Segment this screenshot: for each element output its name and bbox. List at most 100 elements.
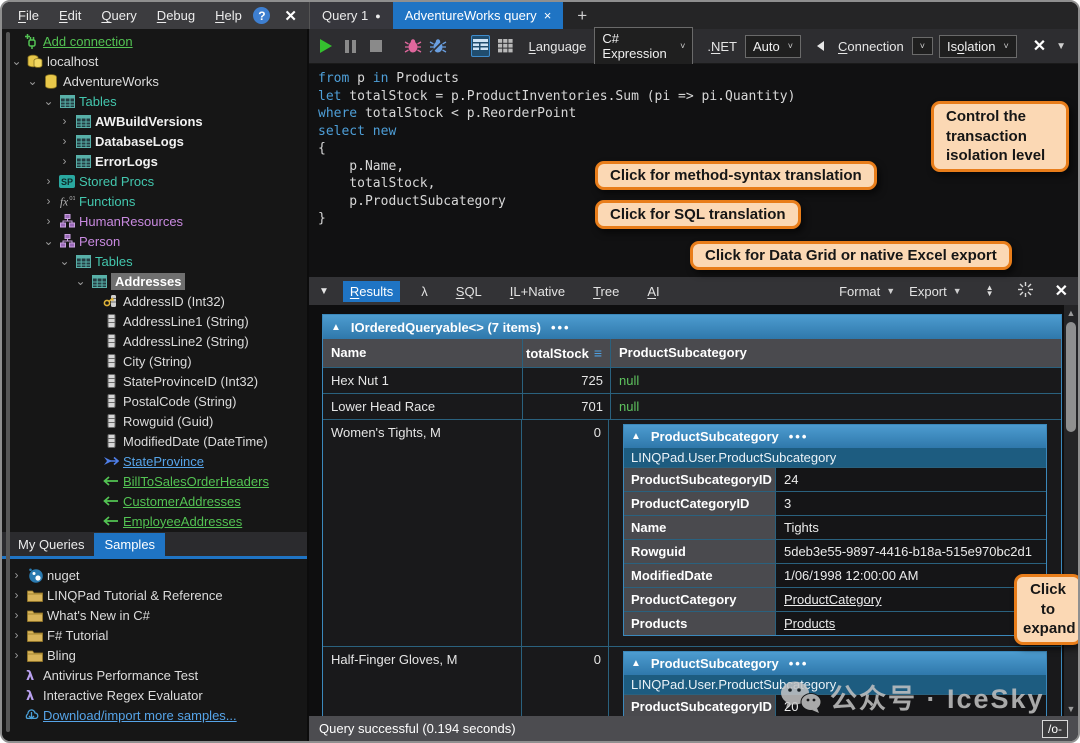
chevron-down-icon[interactable]: ⌄ bbox=[74, 274, 87, 288]
tab-adventureworks-query[interactable]: AdventureWorks query× bbox=[393, 2, 564, 29]
explorer-item[interactable]: ⌄Addresses bbox=[2, 271, 307, 291]
menu-file[interactable]: File bbox=[8, 4, 49, 27]
panel-tab-samples[interactable]: Samples bbox=[94, 533, 165, 556]
close-query-button[interactable]: ✕ bbox=[1033, 36, 1046, 56]
chevron-right-icon[interactable]: › bbox=[42, 174, 55, 188]
collapse-results-icon[interactable]: ▼ bbox=[319, 286, 329, 297]
explorer-item[interactable]: ⌄AdventureWorks bbox=[2, 71, 307, 91]
chevron-down-icon[interactable]: ⌄ bbox=[42, 234, 55, 248]
more-options-button[interactable]: ••• bbox=[789, 656, 809, 671]
stop-button[interactable] bbox=[366, 35, 385, 57]
resize-panel-control[interactable]: ▲▼ bbox=[986, 285, 994, 297]
close-results-button[interactable]: ✕ bbox=[1055, 281, 1068, 301]
run-button[interactable] bbox=[317, 35, 336, 57]
chevron-right-icon[interactable]: › bbox=[58, 134, 71, 148]
menu-debug[interactable]: Debug bbox=[147, 4, 205, 27]
results-tab-ai[interactable]: AI bbox=[640, 281, 666, 302]
samples-item[interactable]: λAntivirus Performance Test bbox=[2, 665, 307, 685]
collapse-icon[interactable]: ▲ bbox=[331, 322, 341, 333]
explorer-item[interactable]: Add connection bbox=[2, 31, 307, 51]
scrollbar-thumb[interactable] bbox=[1066, 322, 1076, 432]
data-grid-results-button[interactable] bbox=[496, 35, 515, 57]
explorer-item[interactable]: City (String) bbox=[2, 351, 307, 371]
explorer-item[interactable]: ⌄Tables bbox=[2, 91, 307, 111]
results-tab-results[interactable]: Results bbox=[343, 281, 400, 302]
language-dropdown[interactable]: C# Expression˅ bbox=[594, 27, 693, 65]
nested-field-value[interactable]: Products bbox=[776, 612, 1046, 635]
chevron-down-icon[interactable]: ⌄ bbox=[42, 94, 55, 108]
column-header-name[interactable]: Name bbox=[323, 339, 523, 367]
more-options-button[interactable]: ••• bbox=[789, 429, 809, 444]
chevron-right-icon[interactable]: › bbox=[10, 588, 23, 602]
results-scrollbar[interactable]: ▲ ▼ bbox=[1064, 305, 1078, 716]
explorer-item[interactable]: StateProvinceID (Int32) bbox=[2, 371, 307, 391]
explorer-item[interactable]: StateProvince bbox=[2, 451, 307, 471]
chevron-right-icon[interactable]: › bbox=[42, 194, 55, 208]
nested-table-header[interactable]: ▲ProductSubcategory••• bbox=[624, 652, 1046, 675]
isolation-dropdown[interactable]: Isolation˅ bbox=[939, 35, 1017, 58]
results-tab-sql[interactable]: SQL bbox=[449, 281, 489, 302]
new-tab-button[interactable]: + bbox=[563, 2, 601, 29]
panel-tab-my-queries[interactable]: My Queries bbox=[8, 533, 94, 556]
chevron-right-icon[interactable]: › bbox=[42, 214, 55, 228]
samples-item[interactable]: λInteractive Regex Evaluator bbox=[2, 685, 307, 705]
menu-help[interactable]: Help bbox=[205, 4, 252, 27]
tab-query-1[interactable]: Query 1● bbox=[310, 2, 393, 29]
explorer-item[interactable]: EmployeeAddresses bbox=[2, 511, 307, 531]
collapse-icon[interactable]: ▲ bbox=[631, 658, 641, 669]
samples-item[interactable]: ›LINQPad Tutorial & Reference bbox=[2, 585, 307, 605]
close-icon[interactable]: ✕ bbox=[284, 7, 297, 25]
sort-icon[interactable]: ≡ bbox=[594, 345, 602, 361]
explorer-item[interactable]: ›SPStored Procs bbox=[2, 171, 307, 191]
explorer-item[interactable]: ModifiedDate (DateTime) bbox=[2, 431, 307, 451]
nested-table-header[interactable]: ▲ProductSubcategory••• bbox=[624, 425, 1046, 448]
explorer-item[interactable]: ⌄Person bbox=[2, 231, 307, 251]
column-header-productsubcategory[interactable]: ProductSubcategory bbox=[611, 339, 1061, 367]
explorer-item[interactable]: AddressID (Int32) bbox=[2, 291, 307, 311]
results-object-header[interactable]: ▲IOrderedQueryable<> (7 items)••• bbox=[323, 315, 1061, 339]
chevron-right-icon[interactable]: › bbox=[10, 568, 23, 582]
menu-edit[interactable]: Edit bbox=[49, 4, 91, 27]
debug-button[interactable] bbox=[404, 35, 423, 57]
pause-button[interactable] bbox=[342, 35, 361, 57]
rich-text-results-button[interactable] bbox=[471, 35, 490, 57]
scroll-up-icon[interactable]: ▲ bbox=[1064, 305, 1078, 320]
explorer-scrollbar[interactable] bbox=[6, 32, 10, 732]
explorer-item[interactable]: ›HumanResources bbox=[2, 211, 307, 231]
explorer-item[interactable]: AddressLine1 (String) bbox=[2, 311, 307, 331]
samples-item[interactable]: Download/import more samples... bbox=[2, 705, 307, 725]
explorer-item[interactable]: ›AWBuildVersions bbox=[2, 111, 307, 131]
explorer-item[interactable]: ⌄Tables bbox=[2, 251, 307, 271]
shrink-results-icon[interactable] bbox=[1018, 282, 1033, 300]
chevron-down-icon[interactable]: ⌄ bbox=[58, 254, 71, 268]
toolbar-overflow-caret[interactable]: ▼ bbox=[1056, 41, 1066, 52]
samples-item[interactable]: ›F# Tutorial bbox=[2, 625, 307, 645]
explorer-item[interactable]: ›ErrorLogs bbox=[2, 151, 307, 171]
scroll-down-icon[interactable]: ▼ bbox=[1064, 701, 1078, 716]
results-tab-tree[interactable]: Tree bbox=[586, 281, 626, 302]
explorer-item[interactable]: AddressLine2 (String) bbox=[2, 331, 307, 351]
chevron-right-icon[interactable]: › bbox=[10, 608, 23, 622]
column-header-totalstock[interactable]: totalStock≡ bbox=[523, 339, 611, 367]
export-dropdown[interactable]: Export▼ bbox=[909, 284, 962, 299]
chevron-down-icon[interactable]: ⌄ bbox=[10, 54, 23, 68]
results-tab--[interactable]: λ bbox=[414, 281, 435, 302]
explorer-item[interactable]: PostalCode (String) bbox=[2, 391, 307, 411]
more-options-button[interactable]: ••• bbox=[551, 320, 571, 335]
connection-back-icon[interactable] bbox=[817, 41, 824, 51]
close-tab-icon[interactable]: × bbox=[544, 8, 552, 23]
explorer-item[interactable]: ›DatabaseLogs bbox=[2, 131, 307, 151]
collapse-icon[interactable]: ▲ bbox=[631, 431, 641, 442]
samples-item[interactable]: ›What's New in C# bbox=[2, 605, 307, 625]
chevron-right-icon[interactable]: › bbox=[58, 154, 71, 168]
net-dropdown[interactable]: Auto˅ bbox=[745, 35, 801, 58]
explorer-item[interactable]: ›fx01Functions bbox=[2, 191, 307, 211]
chevron-right-icon[interactable]: › bbox=[58, 114, 71, 128]
chevron-down-icon[interactable]: ⌄ bbox=[26, 74, 39, 88]
nested-field-value[interactable]: ProductCategory bbox=[776, 588, 1046, 611]
format-dropdown[interactable]: Format▼ bbox=[839, 284, 895, 299]
menu-query[interactable]: Query bbox=[91, 4, 146, 27]
results-tab-il-native[interactable]: IL+Native bbox=[503, 281, 572, 302]
samples-item[interactable]: ›Bling bbox=[2, 645, 307, 665]
explorer-item[interactable]: ⌄localhost bbox=[2, 51, 307, 71]
